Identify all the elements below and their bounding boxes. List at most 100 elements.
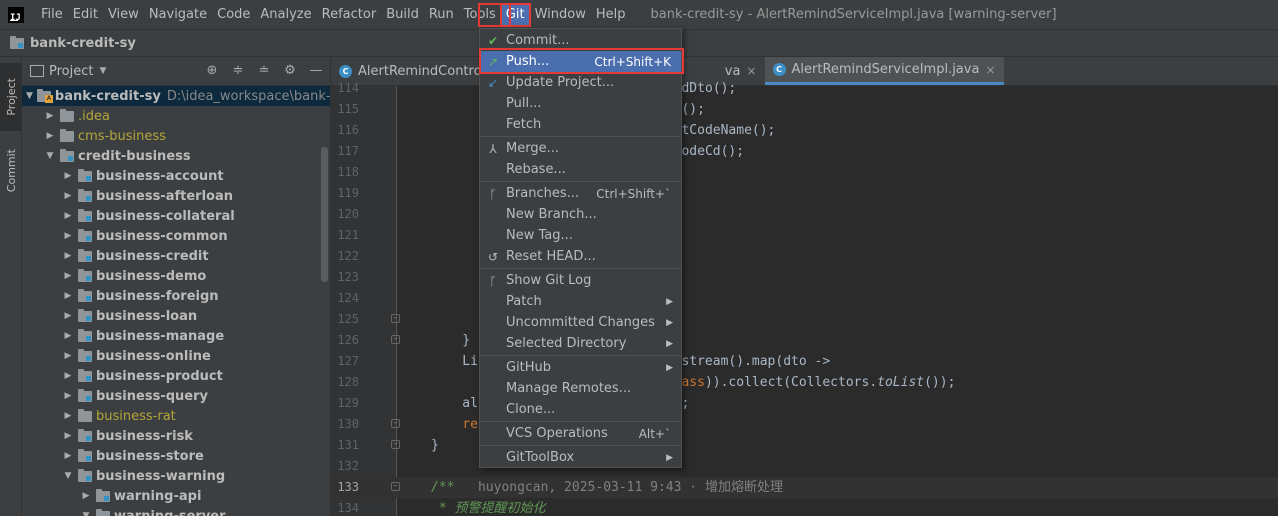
project-tool-tab[interactable]: Project [0, 63, 22, 131]
chevron-right-icon[interactable]: ▶ [62, 191, 74, 201]
hide-panel-icon[interactable]: — [308, 63, 324, 79]
chevron-down-icon[interactable]: ▼ [80, 511, 92, 516]
close-icon[interactable]: × [746, 64, 756, 78]
git-menu-item-merge[interactable]: ⅄ Merge... [480, 138, 681, 159]
chevron-right-icon[interactable]: ▶ [62, 371, 74, 381]
git-menu-item-vcs-operations[interactable]: VCS Operations Alt+` [480, 423, 681, 444]
chevron-down-icon[interactable]: ▼ [26, 91, 33, 101]
code-line[interactable]: 130 − re [331, 414, 1278, 435]
git-menu-item-push[interactable]: ↗ Push... Ctrl+Shift+K [480, 51, 681, 72]
tree-item[interactable]: ▶ business-query [22, 386, 330, 406]
menu-refactor[interactable]: Refactor [317, 4, 382, 26]
tree-item[interactable]: ▼ business-warning [22, 466, 330, 486]
code-line[interactable]: 124 [331, 288, 1278, 309]
chevron-right-icon[interactable]: ▶ [62, 291, 74, 301]
code-line[interactable]: 127 Li s = remindList.stream().map(dto -… [331, 351, 1278, 372]
chevron-right-icon[interactable]: ▶ [62, 211, 74, 221]
tree-item[interactable]: ▶ business-common [22, 226, 330, 246]
code-line[interactable]: 116 ists1.get(k).getCodeName(); [331, 120, 1278, 141]
chevron-right-icon[interactable]: ▶ [80, 491, 92, 501]
git-menu-item-patch[interactable]: Patch ▶ [480, 291, 681, 312]
tree-item[interactable]: ▶ .idea [22, 106, 330, 126]
menu-help[interactable]: Help [591, 4, 631, 26]
code-line[interactable]: 119 Name + ""); [331, 183, 1278, 204]
code-line[interactable]: 128 , RemindList.class)).collect(Collect… [331, 372, 1278, 393]
project-view-selector[interactable]: Project [49, 64, 93, 79]
project-scrollbar[interactable] [321, 147, 328, 282]
git-menu-item-uncommitted-changes[interactable]: Uncommitted Changes ▶ [480, 312, 681, 333]
tree-item[interactable]: ▶ business-manage [22, 326, 330, 346]
chevron-right-icon[interactable]: ▶ [44, 111, 56, 121]
git-menu-item-new-branch[interactable]: New Branch... [480, 204, 681, 225]
chevron-down-icon[interactable]: ▼ [62, 471, 74, 481]
menu-file[interactable]: File [36, 4, 68, 26]
fold-icon[interactable]: − [391, 419, 400, 428]
gear-icon[interactable]: ⚙ [282, 63, 298, 79]
tree-item[interactable]: ▼ warning-server [22, 506, 330, 516]
code-line[interactable]: 121 [331, 225, 1278, 246]
chevron-right-icon[interactable]: ▶ [62, 391, 74, 401]
menu-edit[interactable]: Edit [68, 4, 103, 26]
tree-item[interactable]: ▶ business-foreign [22, 286, 330, 306]
git-menu-item-rebase[interactable]: Rebase... [480, 159, 681, 180]
git-menu-item-reset-head[interactable]: ↺ Reset HEAD... [480, 246, 681, 267]
tree-item[interactable]: ▶ business-credit [22, 246, 330, 266]
chevron-right-icon[interactable]: ▶ [62, 231, 74, 241]
tree-item[interactable]: ▶ business-collateral [22, 206, 330, 226]
fold-icon[interactable]: − [391, 482, 400, 491]
chevron-down-icon[interactable]: ▼ [99, 66, 106, 76]
menu-git[interactable]: Git [499, 2, 531, 27]
chevron-right-icon[interactable]: ▶ [62, 251, 74, 261]
tree-item[interactable]: ▶ business-product [22, 366, 330, 386]
tree-item[interactable]: ▶ cms-business [22, 126, 330, 146]
code-line[interactable]: 117 ts1.get(k).getCodeCd(); [331, 141, 1278, 162]
menu-code[interactable]: Code [212, 4, 255, 26]
menu-view[interactable]: View [103, 4, 144, 26]
chevron-right-icon[interactable]: ▶ [62, 351, 74, 361]
git-menu-item-pull[interactable]: Pull... [480, 93, 681, 114]
code-line[interactable]: 122 [331, 246, 1278, 267]
close-icon[interactable]: × [985, 63, 995, 77]
git-menu-item-new-tag[interactable]: New Tag... [480, 225, 681, 246]
git-menu-item-selected-directory[interactable]: Selected Directory ▶ [480, 333, 681, 354]
chevron-right-icon[interactable]: ▶ [62, 311, 74, 321]
tree-item[interactable]: ▶ business-online [22, 346, 330, 366]
chevron-right-icon[interactable]: ▶ [62, 271, 74, 281]
git-menu-item-manage-remotes[interactable]: Manage Remotes... [480, 378, 681, 399]
code-line[interactable]: 133 − /** huyongcan, 2025-03-11 9:43 · 增加熔… [331, 477, 1278, 498]
tree-item[interactable]: ▶ business-risk [22, 426, 330, 446]
tree-item[interactable]: ▶ business-store [22, 446, 330, 466]
expand-all-icon[interactable]: ≑ [230, 63, 246, 79]
code-line[interactable]: 129 al ts(remindLists); [331, 393, 1278, 414]
breadcrumb-project[interactable]: bank-credit-sy [30, 36, 136, 51]
menu-run[interactable]: Run [424, 4, 459, 26]
code-line[interactable]: 118 [331, 162, 1278, 183]
fold-icon[interactable]: − [391, 440, 400, 449]
code-line[interactable]: 126 − } [331, 330, 1278, 351]
code-line[interactable]: 131 −} [331, 435, 1278, 456]
git-menu-item-branches[interactable]: ᚵ Branches... Ctrl+Shift+` [480, 183, 681, 204]
commit-tool-tab[interactable]: Commit [0, 137, 22, 205]
tree-item[interactable]: ▶ business-rat [22, 406, 330, 426]
code-line[interactable]: 114 new AlertRemindDto(); [331, 78, 1278, 99]
tree-root[interactable]: ▼ bank-credit-sy D:\idea_workspace\bank- [22, 86, 330, 106]
chevron-right-icon[interactable]: ▶ [62, 451, 74, 461]
fold-icon[interactable]: − [391, 335, 400, 344]
menu-analyze[interactable]: Analyze [255, 4, 316, 26]
chevron-right-icon[interactable]: ▶ [62, 431, 74, 441]
tree-item[interactable]: ▶ business-account [22, 166, 330, 186]
locate-icon[interactable]: ⊕ [204, 63, 220, 79]
git-menu-item-update-project[interactable]: ↙ Update Project... [480, 72, 681, 93]
chevron-right-icon[interactable]: ▶ [62, 171, 74, 181]
chevron-right-icon[interactable]: ▶ [44, 131, 56, 141]
tree-item[interactable]: ▶ business-afterloan [22, 186, 330, 206]
code-line[interactable]: 132 [331, 456, 1278, 477]
menu-window[interactable]: Window [530, 4, 591, 26]
code-line[interactable]: 134 * 预警提醒初始化 [331, 498, 1278, 516]
menu-tools[interactable]: Tools [459, 4, 501, 26]
code-line[interactable]: 125 − [331, 309, 1278, 330]
menu-build[interactable]: Build [381, 4, 424, 26]
git-menu-item-commit[interactable]: ✔ Commit... [480, 30, 681, 51]
menu-navigate[interactable]: Navigate [144, 4, 212, 26]
chevron-right-icon[interactable]: ▶ [62, 411, 74, 421]
